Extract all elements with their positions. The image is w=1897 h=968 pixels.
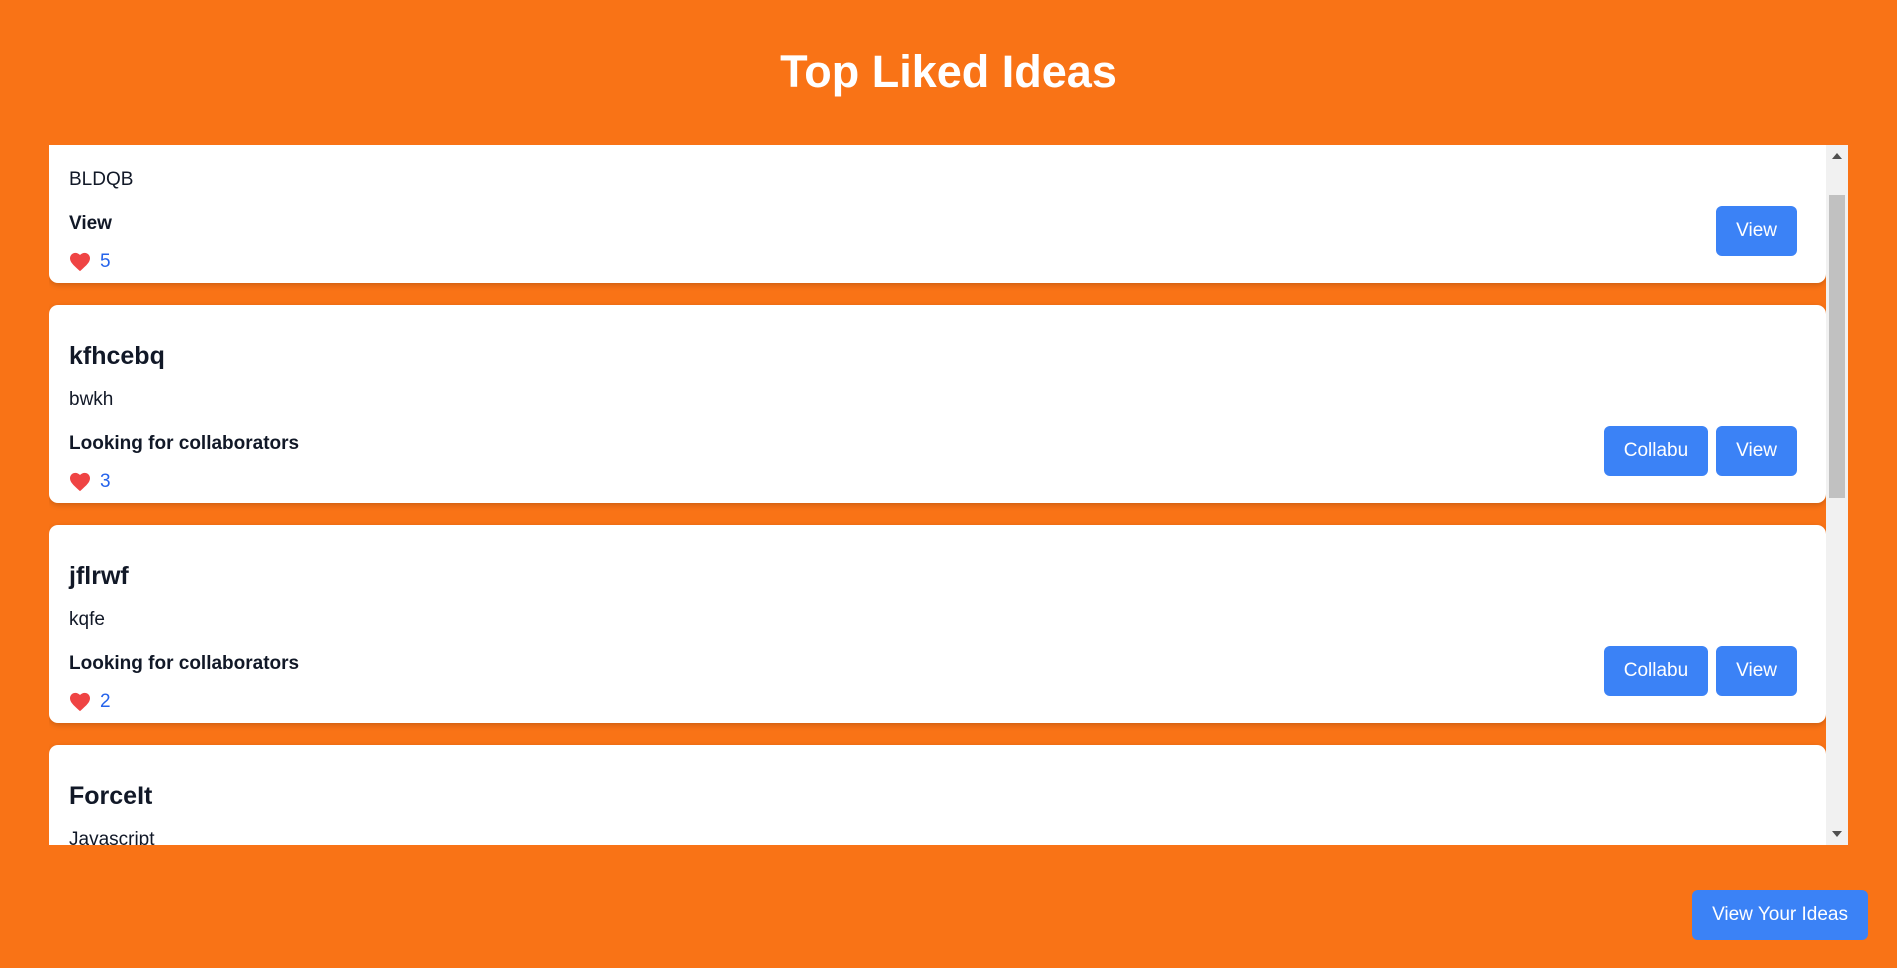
ideas-scroll-container[interactable]: BLDQB View 5 View kfhcebq bwkh Looking f… [49, 145, 1848, 845]
collaborate-button[interactable]: Collabu [1603, 426, 1709, 476]
page-title: Top Liked Ideas [780, 46, 1117, 97]
heart-icon[interactable] [69, 692, 91, 712]
idea-card: jflrwf kqfe Looking for collaborators 2 … [49, 525, 1826, 723]
like-count: 2 [100, 691, 111, 712]
idea-description: kqfe [69, 609, 105, 630]
idea-card: kfhcebq bwkh Looking for collaborators 3… [49, 305, 1826, 503]
idea-actions: Collabu View [1603, 426, 1797, 476]
like-section[interactable]: 3 [69, 470, 111, 494]
scroll-up-icon[interactable] [1826, 145, 1848, 167]
idea-status: Looking for collaborators [69, 433, 300, 454]
view-button[interactable]: View [1716, 646, 1797, 696]
idea-actions: Collabu View [1603, 646, 1797, 696]
idea-title: jflrwf [69, 562, 129, 590]
like-count: 5 [100, 251, 111, 272]
like-section[interactable]: 2 [69, 690, 111, 714]
idea-card: ForceIt Javascript [49, 745, 1826, 845]
idea-status: Looking for collaborators [69, 653, 300, 674]
like-count: 3 [100, 471, 111, 492]
idea-description: bwkh [69, 389, 114, 410]
heart-icon[interactable] [69, 472, 91, 492]
view-button[interactable]: View [1716, 426, 1797, 476]
scrollbar[interactable] [1826, 145, 1848, 845]
idea-title: ForceIt [69, 782, 153, 810]
idea-title: kfhcebq [69, 342, 165, 370]
view-your-ideas-button[interactable]: View Your Ideas [1692, 890, 1868, 940]
heart-icon[interactable] [69, 252, 91, 272]
idea-card: BLDQB View 5 View [49, 145, 1826, 283]
like-section[interactable]: 5 [69, 250, 111, 274]
scroll-down-icon[interactable] [1826, 823, 1848, 845]
scrollbar-thumb[interactable] [1829, 195, 1845, 498]
view-button[interactable]: View [1716, 206, 1797, 256]
ideas-list: BLDQB View 5 View kfhcebq bwkh Looking f… [49, 145, 1826, 845]
idea-actions: View [1716, 206, 1797, 256]
collaborate-button[interactable]: Collabu [1603, 646, 1709, 696]
idea-description: Javascript [69, 829, 155, 845]
idea-description: BLDQB [69, 169, 134, 190]
idea-status: View [69, 213, 112, 234]
